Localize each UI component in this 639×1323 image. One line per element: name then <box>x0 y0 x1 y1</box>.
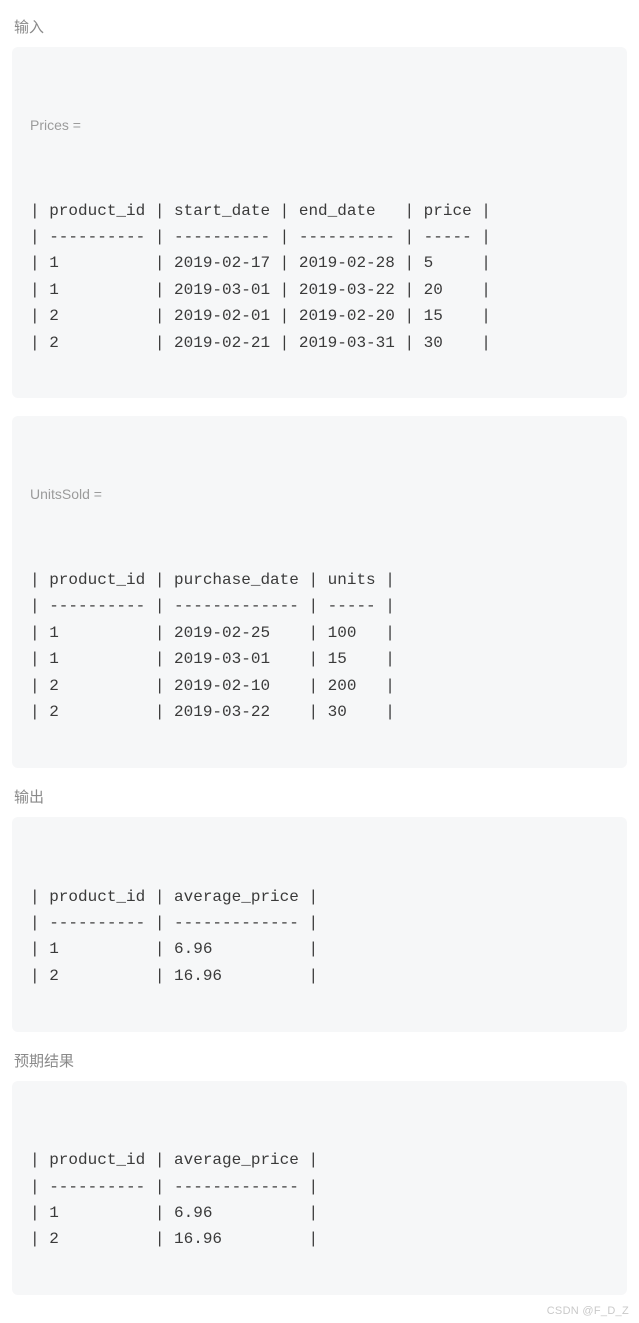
prices-code-block: Prices = | product_id | start_date | end… <box>12 47 627 398</box>
watermark: CSDN @F_D_Z <box>547 1305 629 1317</box>
expected-code-block: | product_id | average_price | | -------… <box>12 1081 627 1296</box>
unitssold-title: UnitsSold = <box>30 483 609 506</box>
output-label: 输出 <box>14 786 627 807</box>
output-table: | product_id | average_price | | -------… <box>30 884 609 990</box>
unitssold-code-block: UnitsSold = | product_id | purchase_date… <box>12 416 627 767</box>
prices-title: Prices = <box>30 114 609 137</box>
expected-label: 预期结果 <box>14 1050 627 1071</box>
output-code-block: | product_id | average_price | | -------… <box>12 817 627 1032</box>
expected-table: | product_id | average_price | | -------… <box>30 1147 609 1253</box>
prices-table: | product_id | start_date | end_date | p… <box>30 198 609 356</box>
input-label: 输入 <box>14 16 627 37</box>
unitssold-table: | product_id | purchase_date | units | |… <box>30 567 609 725</box>
